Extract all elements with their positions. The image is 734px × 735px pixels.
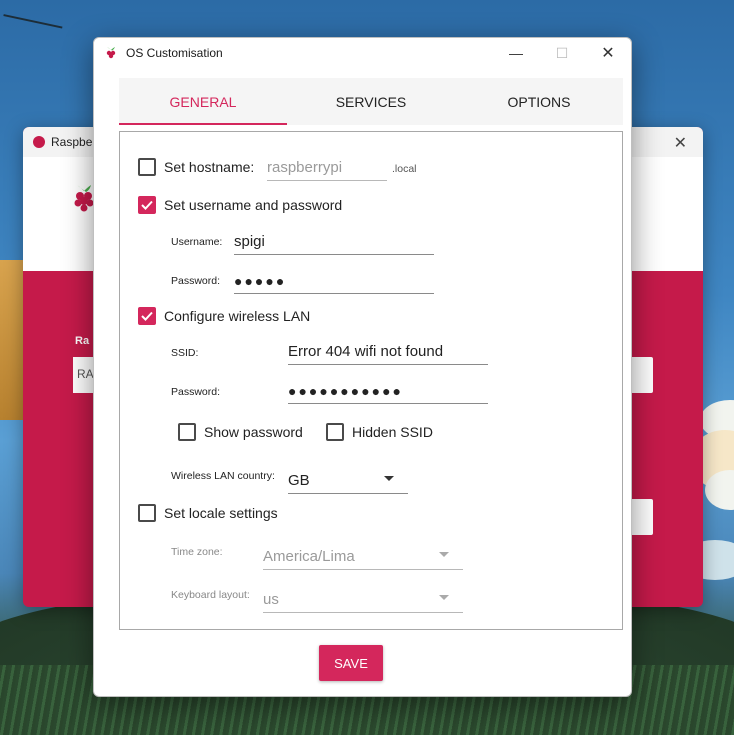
- password-input[interactable]: ●●●●●: [234, 265, 434, 294]
- wifi-password-label: Password:: [171, 386, 221, 398]
- wifi-country-select[interactable]: GB: [288, 462, 408, 494]
- tree-branch: [0, 14, 63, 56]
- checkmark-icon: [141, 200, 153, 210]
- tab-services[interactable]: SERVICES: [287, 78, 455, 125]
- ssid-input[interactable]: Error 404 wifi not found: [288, 336, 488, 365]
- hidden-ssid-row: Hidden SSID: [326, 423, 433, 441]
- save-button[interactable]: SAVE: [319, 645, 383, 681]
- wifi-password-input[interactable]: ●●●●●●●●●●●: [288, 375, 488, 404]
- set-username-checkbox[interactable]: [138, 196, 156, 214]
- os-customisation-dialog: OS Customisation — ☐ ✕ GENERAL SERVICES …: [93, 37, 632, 697]
- keyboard-layout-select[interactable]: us: [263, 581, 463, 613]
- keyboard-layout-label: Keyboard layout:: [171, 589, 250, 601]
- imager-device-label: Ra: [75, 335, 90, 347]
- close-icon[interactable]: ✕: [585, 38, 631, 68]
- timezone-value: America/Lima: [263, 548, 355, 565]
- raspberry-icon: [106, 47, 116, 59]
- checkmark-icon: [141, 311, 153, 321]
- hostname-suffix: .local: [392, 163, 417, 175]
- tab-options[interactable]: OPTIONS: [455, 78, 623, 125]
- hidden-ssid-label: Hidden SSID: [352, 424, 433, 440]
- configure-wifi-label: Configure wireless LAN: [164, 308, 311, 324]
- imager-title: Raspbe: [51, 135, 93, 149]
- username-label: Username:: [171, 236, 223, 248]
- hidden-ssid-checkbox[interactable]: [326, 423, 344, 441]
- close-icon[interactable]: ✕: [674, 133, 687, 153]
- chevron-down-icon: [439, 595, 449, 600]
- set-username-label: Set username and password: [164, 197, 343, 213]
- username-input[interactable]: spigi: [234, 226, 434, 255]
- set-hostname-checkbox[interactable]: [138, 158, 156, 176]
- hostname-input[interactable]: raspberrypi: [267, 152, 387, 181]
- keyboard-layout-value: us: [263, 591, 279, 608]
- show-password-label: Show password: [204, 424, 303, 440]
- wifi-row: Configure wireless LAN: [138, 307, 310, 325]
- minimize-icon[interactable]: —: [493, 38, 539, 68]
- show-password-checkbox[interactable]: [178, 423, 196, 441]
- locale-row: Set locale settings: [138, 504, 278, 522]
- set-hostname-label: Set hostname:: [164, 159, 255, 175]
- wifi-country-label: Wireless LAN country:: [171, 470, 275, 482]
- dialog-title: OS Customisation: [126, 46, 223, 60]
- chevron-down-icon: [384, 476, 394, 481]
- timezone-label: Time zone:: [171, 546, 223, 558]
- tab-bar: GENERAL SERVICES OPTIONS: [119, 78, 623, 125]
- raspberry-icon: [33, 136, 45, 148]
- password-label: Password:: [171, 275, 221, 287]
- ssid-label: SSID:: [171, 347, 199, 359]
- set-locale-checkbox[interactable]: [138, 504, 156, 522]
- wifi-country-value: GB: [288, 472, 310, 489]
- chevron-down-icon: [439, 552, 449, 557]
- timezone-select[interactable]: America/Lima: [263, 538, 463, 570]
- tab-general[interactable]: GENERAL: [119, 78, 287, 125]
- maximize-icon[interactable]: ☐: [539, 38, 585, 68]
- hostname-row: Set hostname:: [138, 158, 254, 176]
- show-password-row: Show password: [178, 423, 303, 441]
- user-row: Set username and password: [138, 196, 342, 214]
- general-panel: Set hostname: raspberrypi .local Set use…: [119, 131, 623, 630]
- configure-wifi-checkbox[interactable]: [138, 307, 156, 325]
- set-locale-label: Set locale settings: [164, 505, 278, 521]
